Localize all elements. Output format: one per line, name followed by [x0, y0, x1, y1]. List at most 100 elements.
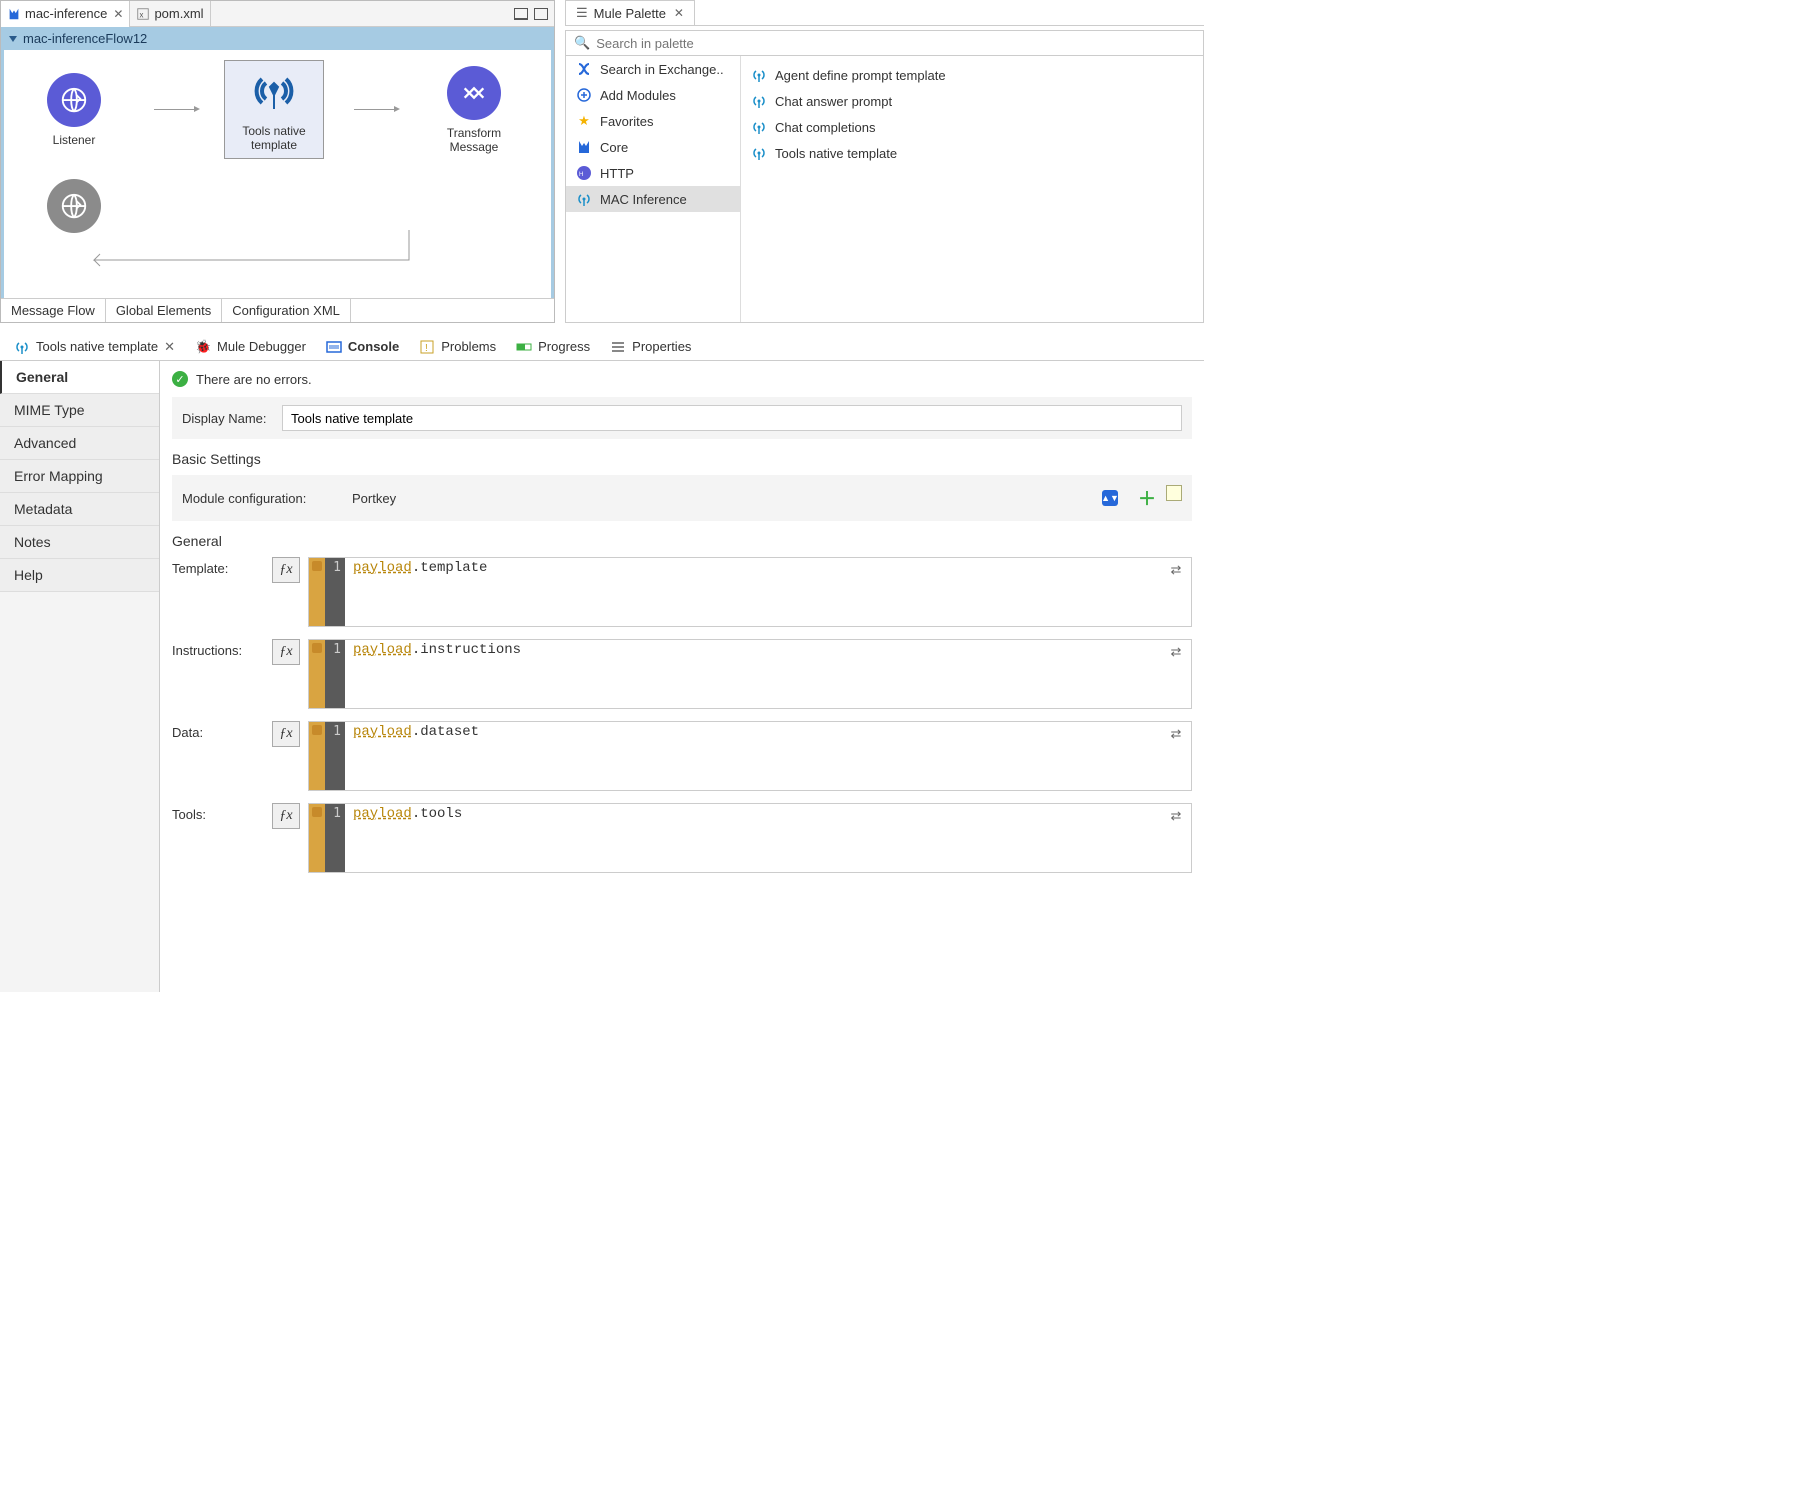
view-tab-label: Mule Debugger — [217, 339, 306, 354]
palette-item-add-modules[interactable]: Add Modules — [566, 82, 740, 108]
edit-config-button[interactable] — [1166, 485, 1182, 501]
palette-op-label: Chat answer prompt — [775, 94, 892, 109]
palette-op-chat-completions[interactable]: Chat completions — [741, 114, 1203, 140]
search-icon: 🔍 — [574, 35, 590, 51]
antenna-icon — [576, 191, 592, 207]
palette-item-label: MAC Inference — [600, 192, 687, 207]
close-icon[interactable]: ✕ — [113, 7, 123, 21]
palette-op-chat-answer[interactable]: Chat answer prompt — [741, 88, 1203, 114]
module-conf-select[interactable]: Portkey ▲▼ — [352, 490, 1118, 506]
template-code-input[interactable]: 1 payload.template ⇄ — [308, 557, 1192, 627]
view-tab-label: Console — [348, 339, 399, 354]
general-title: General — [172, 533, 1192, 549]
sidebar-item-notes[interactable]: Notes — [0, 526, 159, 559]
module-conf-label: Module configuration: — [182, 491, 352, 506]
tab-global-elements[interactable]: Global Elements — [106, 299, 222, 322]
minimize-icon[interactable] — [514, 8, 528, 20]
display-name-input[interactable] — [282, 405, 1182, 431]
arrow-icon — [154, 109, 194, 110]
breakpoint-gutter[interactable] — [309, 558, 325, 626]
dataweave-icon[interactable]: ⇄ — [1161, 558, 1191, 626]
view-tab-progress[interactable]: Progress — [506, 333, 600, 361]
breakpoint-gutter[interactable] — [309, 804, 325, 872]
dataweave-icon[interactable]: ⇄ — [1161, 722, 1191, 790]
close-icon[interactable]: ✕ — [674, 6, 684, 20]
console-icon — [326, 339, 342, 355]
globe-icon — [47, 73, 101, 127]
view-tab-label: Progress — [538, 339, 590, 354]
tab-message-flow[interactable]: Message Flow — [1, 299, 106, 322]
node-output[interactable] — [24, 179, 124, 233]
fx-button[interactable]: ƒx — [272, 721, 300, 747]
fx-button[interactable]: ƒx — [272, 639, 300, 665]
view-tab-mule-debugger[interactable]: 🐞 Mule Debugger — [185, 333, 316, 361]
exchange-icon — [576, 61, 592, 77]
code-token: .tools — [412, 806, 462, 822]
view-tab-tools-native[interactable]: Tools native template ✕ — [4, 333, 185, 361]
palette-item-core[interactable]: Core — [566, 134, 740, 160]
fx-button[interactable]: ƒx — [272, 803, 300, 829]
palette-op-tools-native[interactable]: Tools native template — [741, 140, 1203, 166]
breakpoint-gutter[interactable] — [309, 640, 325, 708]
instructions-code-input[interactable]: 1 payload.instructions ⇄ — [308, 639, 1192, 709]
view-tab-console[interactable]: Console — [316, 333, 409, 361]
palette-item-label: Add Modules — [600, 88, 676, 103]
node-transform-message[interactable]: Transform Message — [424, 66, 524, 154]
fx-button[interactable]: ƒx — [272, 557, 300, 583]
code-token: payload — [353, 806, 412, 822]
sidebar-item-metadata[interactable]: Metadata — [0, 493, 159, 526]
module-configuration-row: Module configuration: Portkey ▲▼ ＋ — [172, 475, 1192, 521]
views-tab-bar: Tools native template ✕ 🐞 Mule Debugger … — [0, 333, 1204, 361]
palette-item-exchange[interactable]: Search in Exchange.. — [566, 56, 740, 82]
palette-item-label: Favorites — [600, 114, 653, 129]
close-icon[interactable]: ✕ — [164, 339, 175, 355]
maximize-icon[interactable] — [534, 8, 548, 20]
status-row: ✓ There are no errors. — [172, 371, 1192, 387]
palette-op-label: Chat completions — [775, 120, 875, 135]
antenna-icon — [14, 339, 30, 355]
flow-header[interactable]: mac-inferenceFlow12 — [1, 27, 554, 50]
view-tab-problems[interactable]: ! Problems — [409, 333, 506, 361]
palette-op-agent-define[interactable]: Agent define prompt template — [741, 62, 1203, 88]
palette-op-label: Agent define prompt template — [775, 68, 946, 83]
editor-tab-mac-inference[interactable]: mac-inference ✕ — [1, 1, 130, 27]
palette-item-favorites[interactable]: ★ Favorites — [566, 108, 740, 134]
editor-tab-label: mac-inference — [25, 6, 107, 21]
display-name-row: Display Name: — [172, 397, 1192, 439]
dataweave-icon[interactable]: ⇄ — [1161, 804, 1191, 872]
node-listener[interactable]: Listener — [24, 73, 124, 147]
tools-code-input[interactable]: 1 payload.tools ⇄ — [308, 803, 1192, 873]
flow-bottom-tabs: Message Flow Global Elements Configurati… — [1, 298, 554, 322]
list-icon: ☰ — [576, 5, 588, 21]
flow-canvas[interactable]: Listener Tools native template — [1, 50, 554, 298]
view-tab-properties[interactable]: Properties — [600, 333, 701, 361]
palette-op-label: Tools native template — [775, 146, 897, 161]
node-tools-native-template[interactable]: Tools native template — [224, 60, 324, 159]
line-number: 1 — [325, 804, 345, 872]
sidebar-item-advanced[interactable]: Advanced — [0, 427, 159, 460]
palette-item-http[interactable]: H HTTP — [566, 160, 740, 186]
xml-icon: x — [136, 7, 150, 21]
properties-area: General MIME Type Advanced Error Mapping… — [0, 361, 1204, 992]
antenna-icon — [751, 93, 767, 109]
view-tab-label: Problems — [441, 339, 496, 354]
field-label: Data: — [172, 721, 272, 740]
editor-tab-pom[interactable]: x pom.xml — [130, 1, 210, 27]
svg-text:!: ! — [425, 343, 428, 354]
palette-tab[interactable]: ☰ Mule Palette ✕ — [565, 0, 695, 25]
search-input[interactable] — [596, 36, 1195, 51]
data-code-input[interactable]: 1 payload.dataset ⇄ — [308, 721, 1192, 791]
add-config-button[interactable]: ＋ — [1138, 485, 1156, 511]
basic-settings-title: Basic Settings — [172, 451, 1192, 467]
mule-icon — [576, 139, 592, 155]
line-number: 1 — [325, 640, 345, 708]
sidebar-item-general[interactable]: General — [0, 361, 159, 394]
tab-configuration-xml[interactable]: Configuration XML — [222, 299, 351, 322]
palette-item-mac-inference[interactable]: MAC Inference — [566, 186, 740, 212]
sidebar-item-help[interactable]: Help — [0, 559, 159, 592]
sidebar-item-error-mapping[interactable]: Error Mapping — [0, 460, 159, 493]
palette-search[interactable]: 🔍 — [565, 30, 1204, 56]
dataweave-icon[interactable]: ⇄ — [1161, 640, 1191, 708]
sidebar-item-mime-type[interactable]: MIME Type — [0, 394, 159, 427]
breakpoint-gutter[interactable] — [309, 722, 325, 790]
